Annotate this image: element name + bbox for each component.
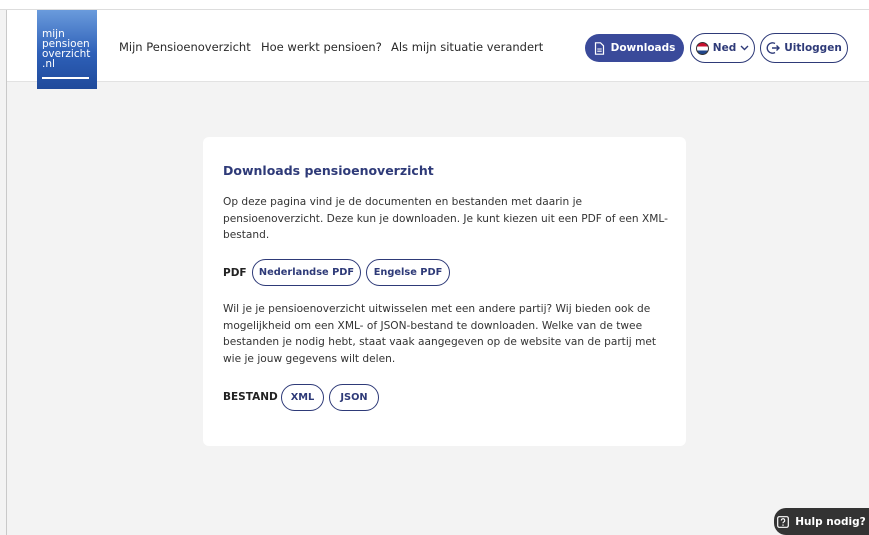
language-select[interactable]: Ned	[690, 33, 755, 63]
logo-underline	[42, 77, 89, 79]
json-button[interactable]: JSON	[329, 384, 379, 411]
english-pdf-button[interactable]: Engelse PDF	[366, 259, 450, 286]
nav-item-hoe-werkt-pensioen[interactable]: Hoe werkt pensioen?	[261, 40, 382, 54]
logout-icon	[766, 42, 781, 54]
browser-top-edge	[0, 0, 869, 10]
xml-button[interactable]: XML	[281, 384, 324, 411]
help-button[interactable]: Hulp nodig?	[774, 508, 869, 535]
downloads-button-label: Downloads	[610, 42, 676, 54]
logout-button[interactable]: Uitloggen	[760, 33, 848, 63]
chevron-down-icon	[740, 45, 749, 51]
exchange-text: Wil je je pensioenoverzicht uitwisselen …	[223, 303, 657, 365]
file-label: BESTAND	[223, 391, 278, 403]
site-logo[interactable]: mijn pensioen overzicht .nl	[37, 10, 97, 89]
logout-label: Uitloggen	[784, 42, 842, 54]
site-header: mijn pensioen overzicht .nl Mijn Pensioe…	[7, 10, 869, 89]
document-icon	[594, 41, 604, 55]
page-title: Downloads pensioenoverzicht	[223, 163, 434, 178]
dutch-flag-icon	[695, 41, 709, 55]
intro-text: Op deze pagina vind je de documenten en …	[223, 196, 668, 241]
downloads-button[interactable]: Downloads	[585, 34, 684, 62]
nav-item-mijn-pensioenoverzicht[interactable]: Mijn Pensioenoverzicht	[119, 40, 251, 54]
language-label: Ned	[712, 42, 737, 54]
pdf-label: PDF	[223, 267, 247, 279]
question-icon	[777, 515, 790, 528]
help-label: Hulp nodig?	[795, 515, 866, 528]
downloads-card: Downloads pensioenoverzicht Op deze pagi…	[203, 137, 686, 446]
window-edge	[6, 10, 7, 535]
nav-item-als-mijn-situatie-verandert[interactable]: Als mijn situatie verandert	[391, 40, 543, 54]
dutch-pdf-button[interactable]: Nederlandse PDF	[252, 259, 361, 286]
logo-line-4: .nl	[42, 58, 55, 70]
